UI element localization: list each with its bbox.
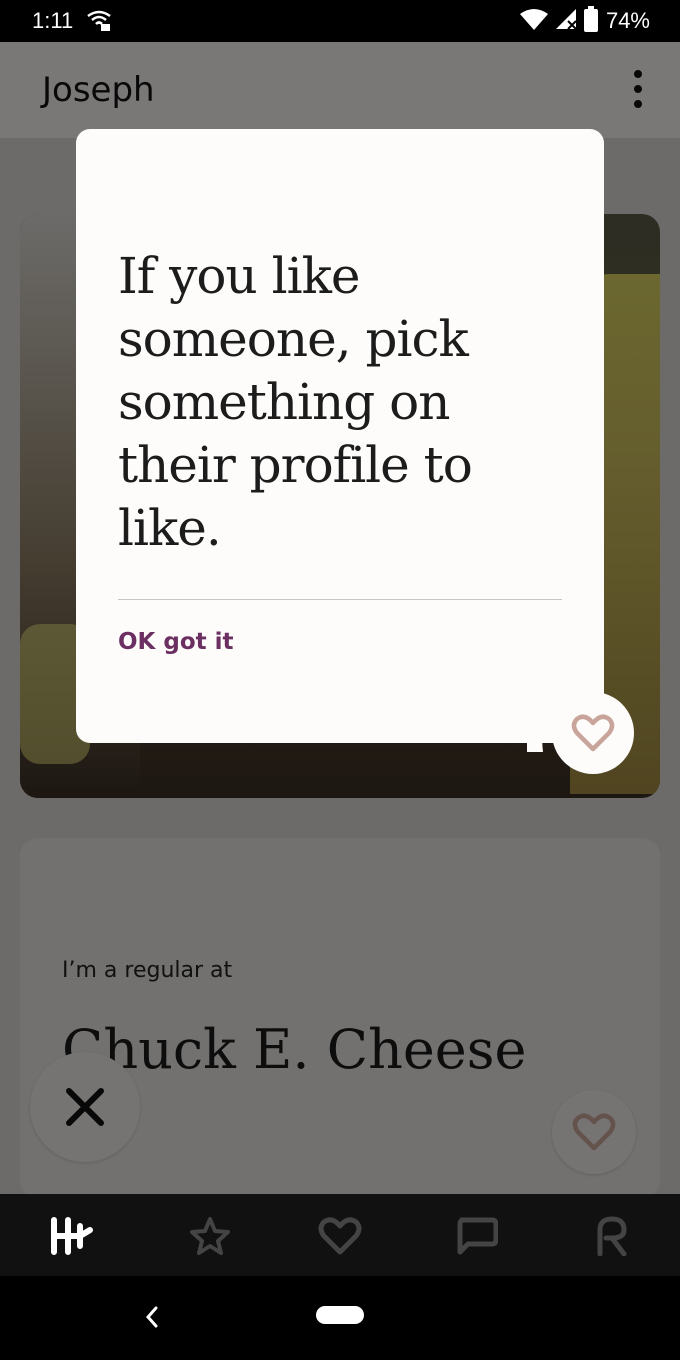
- tab-standouts[interactable]: [188, 1214, 232, 1258]
- divider: [118, 599, 562, 600]
- tab-profile[interactable]: [590, 1214, 634, 1258]
- battery-percent: 74%: [605, 8, 650, 33]
- home-pill[interactable]: [316, 1306, 364, 1324]
- chat-icon: [457, 1217, 498, 1255]
- tooltip-card: If you like someone, pick something on t…: [76, 129, 604, 743]
- like-photo-button[interactable]: [552, 692, 634, 774]
- tab-home[interactable]: [50, 1214, 94, 1258]
- status-time: 1:11: [32, 8, 74, 33]
- home-logo-icon: [51, 1217, 93, 1255]
- battery-icon: [583, 6, 598, 36]
- status-bar: 1:11 74%: [0, 0, 680, 42]
- profile-screen: Joseph I’m a regular at Chuck E. Cheese …: [0, 42, 680, 1194]
- tooltip-message: If you like someone, pick something on t…: [118, 247, 473, 557]
- back-icon[interactable]: [140, 1302, 162, 1336]
- signal-icon: [554, 7, 578, 35]
- ok-got-it-button[interactable]: OK got it: [118, 629, 234, 655]
- tab-matches[interactable]: [454, 1214, 498, 1258]
- heart-icon: [318, 1217, 362, 1255]
- tab-likes[interactable]: [318, 1214, 362, 1258]
- profile-icon: [597, 1216, 627, 1256]
- wifi-icon: [519, 8, 548, 34]
- bottom-tab-bar: [0, 1194, 680, 1276]
- heart-icon: [571, 714, 615, 752]
- system-nav-bar: [0, 1276, 680, 1360]
- star-icon: [190, 1217, 230, 1255]
- wifi-lock-icon: [86, 10, 112, 36]
